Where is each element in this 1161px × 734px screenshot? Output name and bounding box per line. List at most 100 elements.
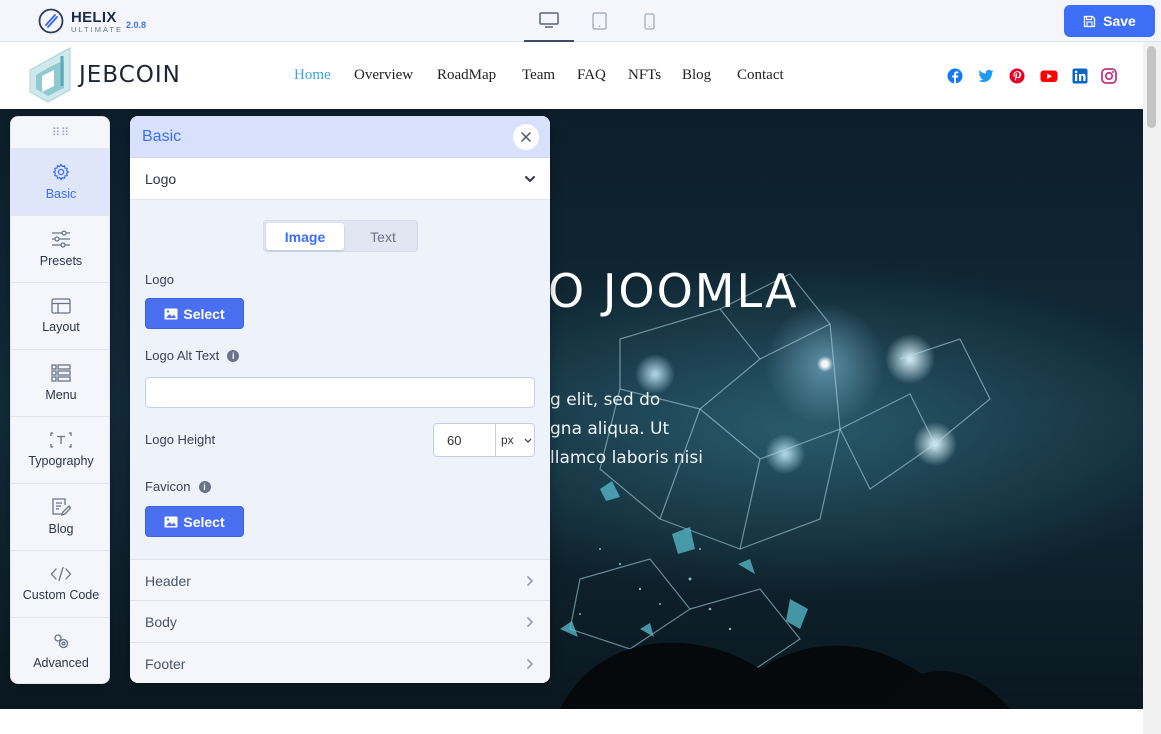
advanced-icon <box>54 634 69 649</box>
nav-contact[interactable]: Contact <box>737 67 784 84</box>
select-label: Select <box>183 513 225 530</box>
builder-sidebar: ⠿⠿ Basic Presets Layout Menu Typography … <box>10 116 110 684</box>
sidebar-item-custom-code[interactable]: Custom Code <box>11 550 109 617</box>
menu-list-icon <box>51 364 71 382</box>
drag-handle-icon[interactable]: ⠿⠿ <box>11 117 109 148</box>
info-icon[interactable]: i <box>227 350 240 362</box>
builder-toolbar: HELIX ULTIMATE 2.0.8 Save <box>0 0 1161 42</box>
sidebar-item-label: Advanced <box>33 656 89 670</box>
sidebar-item-basic[interactable]: Basic <box>11 148 109 215</box>
nav-nfts[interactable]: NFTs <box>628 67 661 84</box>
logo-alt-text-label: Logo Alt Text i <box>145 348 240 363</box>
site-logo-icon <box>29 47 71 103</box>
chevron-down-icon <box>524 438 532 443</box>
logo-height-unit-select[interactable]: px <box>495 423 535 457</box>
linkedin-icon[interactable] <box>1072 68 1088 84</box>
logo-select-button[interactable]: Select <box>145 298 244 329</box>
select-label: Select <box>183 305 225 322</box>
typography-icon <box>50 432 72 448</box>
save-label: Save <box>1103 13 1136 29</box>
image-icon <box>164 516 178 527</box>
unit-value: px <box>501 433 514 447</box>
sidebar-item-layout[interactable]: Layout <box>11 282 109 349</box>
chevron-right-icon <box>527 576 534 586</box>
close-panel-button[interactable] <box>513 124 539 150</box>
nav-roadmap[interactable]: RoadMap <box>437 67 496 84</box>
logo-type-text-tab[interactable]: Text <box>344 223 422 250</box>
twitter-icon[interactable] <box>978 68 994 84</box>
helix-brand: HELIX <box>71 9 117 26</box>
sidebar-item-typography[interactable]: Typography <box>11 416 109 483</box>
section-title: Body <box>145 614 177 630</box>
layout-icon <box>51 298 71 314</box>
sidebar-item-label: Blog <box>48 522 74 536</box>
close-icon <box>521 132 531 142</box>
hero-text-line: gna aliqua. Ut <box>550 419 670 439</box>
nav-team[interactable]: Team <box>522 67 555 84</box>
logo-section-toggle[interactable]: Logo <box>130 158 550 200</box>
sidebar-item-label: Typography <box>28 454 94 468</box>
desktop-icon <box>539 12 559 28</box>
panel-header: Basic <box>130 116 550 158</box>
facebook-icon[interactable] <box>947 68 963 84</box>
favicon-select-button[interactable]: Select <box>145 506 244 537</box>
favicon-label-text: Favicon <box>145 479 191 494</box>
desktop-view-button[interactable] <box>524 0 574 42</box>
sidebar-item-label: Basic <box>45 187 77 201</box>
code-icon <box>50 566 72 582</box>
info-icon[interactable]: i <box>198 481 211 493</box>
logo-type-image-tab[interactable]: Image <box>266 223 344 250</box>
logo-alt-text-label-text: Logo Alt Text <box>145 348 220 363</box>
logo-height-input[interactable]: 60 <box>433 423 496 457</box>
pinterest-icon[interactable] <box>1009 68 1025 84</box>
sidebar-item-blog[interactable]: Blog <box>11 483 109 550</box>
section-title: Logo <box>145 171 177 187</box>
page-scrollbar[interactable] <box>1143 42 1161 734</box>
body-section-toggle[interactable]: Body <box>130 601 550 643</box>
helix-logo-icon <box>38 8 64 34</box>
hero-text-line: g elit, sed do <box>550 390 661 410</box>
hero-title: O JOOMLA <box>548 264 799 318</box>
site-logo-text: JEBCOIN <box>79 62 181 88</box>
youtube-icon[interactable] <box>1040 68 1058 84</box>
mobile-view-button[interactable] <box>624 0 674 42</box>
sidebar-item-label: Presets <box>39 254 83 268</box>
logo-height-label: Logo Height <box>145 432 216 447</box>
hero-text-line: llamco laboris nisi <box>550 448 703 468</box>
tablet-icon <box>591 12 607 30</box>
sidebar-item-advanced[interactable]: Advanced <box>11 617 109 683</box>
mobile-icon <box>643 12 655 30</box>
image-icon <box>164 308 178 319</box>
tablet-view-button[interactable] <box>574 0 624 42</box>
logo-type-toggle: Image Text <box>263 220 418 252</box>
sidebar-item-label: Menu <box>45 388 77 402</box>
sidebar-item-menu[interactable]: Menu <box>11 349 109 416</box>
sidebar-item-label: Custom Code <box>22 588 100 602</box>
nav-home[interactable]: Home <box>294 67 331 84</box>
panel-title: Basic <box>142 128 182 145</box>
nav-overview[interactable]: Overview <box>354 67 413 84</box>
blog-edit-icon <box>52 498 71 516</box>
logo-field-label: Logo <box>145 272 174 287</box>
chevron-down-icon <box>525 176 535 183</box>
section-title: Footer <box>145 656 186 672</box>
sidebar-item-presets[interactable]: Presets <box>11 215 109 282</box>
basic-settings-panel: Basic Logo Image Text Logo Select Logo A… <box>130 116 550 683</box>
save-icon <box>1083 15 1096 27</box>
header-section-toggle[interactable]: Header <box>130 559 550 601</box>
instagram-icon[interactable] <box>1101 68 1117 84</box>
save-button[interactable]: Save <box>1064 5 1155 37</box>
helix-version: 2.0.8 <box>126 20 147 30</box>
sliders-icon <box>52 230 70 248</box>
page-scrollbar-thumb[interactable] <box>1147 46 1156 128</box>
footer-section-toggle[interactable]: Footer <box>130 643 550 683</box>
gear-icon <box>52 163 70 181</box>
section-title: Header <box>145 573 191 589</box>
chevron-right-icon <box>527 659 534 669</box>
favicon-label: Favicon i <box>145 479 211 494</box>
logo-alt-text-input[interactable] <box>145 377 535 408</box>
nav-faq[interactable]: FAQ <box>577 67 606 84</box>
sidebar-item-label: Layout <box>42 320 80 334</box>
nav-blog[interactable]: Blog <box>682 67 711 84</box>
helix-brand-sub: ULTIMATE <box>71 25 123 34</box>
